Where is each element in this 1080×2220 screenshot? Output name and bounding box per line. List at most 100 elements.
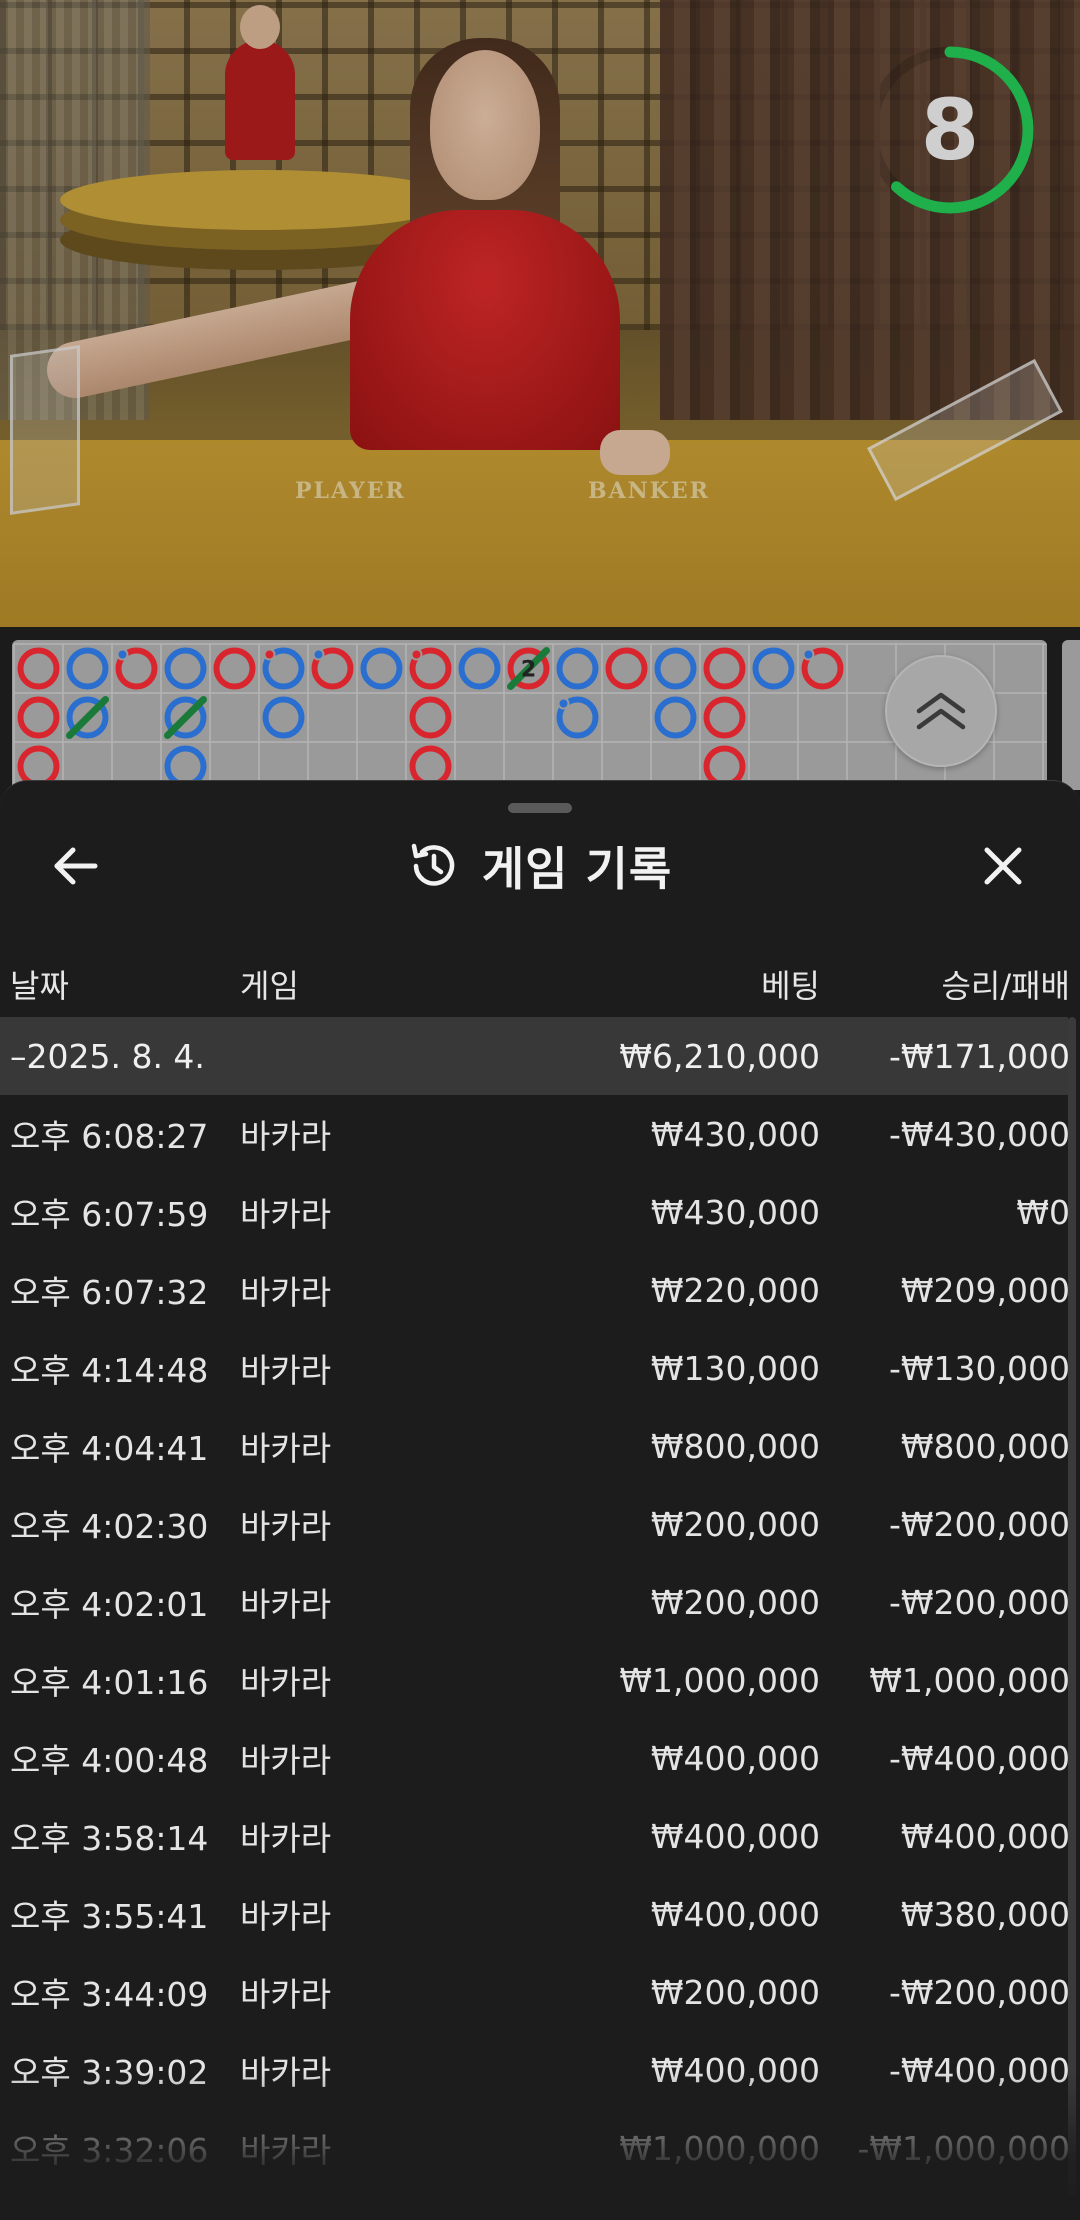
row-time: 오후 3:44:09 xyxy=(10,1975,209,2014)
row-game: 바카라 xyxy=(240,1195,332,1234)
row-game: 바카라 xyxy=(240,1975,332,2014)
row-bet: ₩220,000 xyxy=(650,1270,820,1310)
history-row[interactable]: 오후 4:01:16 바카라 ₩1,000,000 ₩1,000,000 xyxy=(0,1641,1070,1719)
road-bead-banker xyxy=(409,696,452,739)
history-row[interactable]: 오후 6:07:59 바카라 ₩430,000 ₩0 xyxy=(0,1173,1070,1251)
row-result: ₩800,000 xyxy=(900,1426,1070,1466)
row-result: -₩200,000 xyxy=(888,1972,1070,2012)
row-time: 오후 3:39:02 xyxy=(10,2053,209,2092)
road-bead-banker xyxy=(213,647,256,690)
row-game: 바카라 xyxy=(240,1897,332,1936)
road-pair-dot xyxy=(312,648,325,661)
expand-scoreboard-button[interactable] xyxy=(885,655,997,767)
back-button[interactable] xyxy=(40,826,110,906)
history-row[interactable]: 오후 4:02:01 바카라 ₩200,000 -₩200,000 xyxy=(0,1563,1070,1641)
row-result: -₩200,000 xyxy=(888,1582,1070,1622)
game-history-sheet: 게임 기록 날짜 게임 베팅 승리/패배 –2025. 8. 4. ₩6,210… xyxy=(0,780,1080,2220)
scoreboard-next-panel xyxy=(1062,640,1080,790)
row-time: 오후 4:01:16 xyxy=(10,1663,209,1702)
road-bead-banker xyxy=(703,647,746,690)
road-bead-player xyxy=(164,647,207,690)
row-result: ₩380,000 xyxy=(900,1894,1070,1934)
history-list: 오후 6:08:27 바카라 ₩430,000 -₩430,000 오후 6:0… xyxy=(0,1095,1071,2187)
row-result: -₩400,000 xyxy=(888,1738,1070,1778)
row-game: 바카라 xyxy=(240,1429,332,1468)
row-bet: ₩430,000 xyxy=(650,1192,820,1232)
double-chevron-up-icon xyxy=(916,692,966,730)
date-group-summary-row[interactable]: –2025. 8. 4. ₩6,210,000 -₩171,000 xyxy=(0,1017,1070,1095)
road-bead-player xyxy=(654,647,697,690)
row-bet: ₩800,000 xyxy=(650,1426,820,1466)
row-bet: ₩1,000,000 xyxy=(619,1660,820,1700)
road-bead-player xyxy=(752,647,795,690)
row-bet: ₩430,000 xyxy=(650,1114,820,1154)
row-result: -₩1,000,000 xyxy=(857,2128,1071,2168)
history-row[interactable]: 오후 3:55:41 바카라 ₩400,000 ₩380,000 xyxy=(0,1875,1070,1953)
road-bead-player xyxy=(654,696,697,739)
history-row[interactable]: 오후 3:58:14 바카라 ₩400,000 ₩400,000 xyxy=(0,1797,1070,1875)
row-time: 오후 4:14:48 xyxy=(10,1351,209,1390)
road-pair-dot xyxy=(557,697,570,710)
road-bead-player xyxy=(360,647,403,690)
road-bead-banker xyxy=(17,696,60,739)
row-time: 오후 4:04:41 xyxy=(10,1429,209,1468)
row-game: 바카라 xyxy=(240,2053,332,2092)
history-scrollbar[interactable] xyxy=(1068,1017,1076,2197)
row-game: 바카라 xyxy=(240,1819,332,1858)
row-bet: ₩400,000 xyxy=(650,1894,820,1934)
road-bead-player xyxy=(66,647,109,690)
row-time: 오후 4:02:30 xyxy=(10,1507,209,1546)
column-header-game: 게임 xyxy=(240,967,299,1005)
group-total-bet: ₩6,210,000 xyxy=(619,1036,820,1076)
history-row[interactable]: 오후 3:32:06 바카라 ₩1,000,000 -₩1,000,000 xyxy=(0,2109,1071,2187)
history-row[interactable]: 오후 6:08:27 바카라 ₩430,000 -₩430,000 xyxy=(0,1095,1070,1173)
history-row[interactable]: 오후 4:00:48 바카라 ₩400,000 -₩400,000 xyxy=(0,1719,1070,1797)
history-row[interactable]: 오후 3:39:02 바카라 ₩400,000 -₩400,000 xyxy=(0,2031,1070,2109)
road-bead-banker xyxy=(605,647,648,690)
column-header-bet: 베팅 xyxy=(761,967,820,1005)
row-game: 바카라 xyxy=(240,1273,332,1312)
history-row[interactable]: 오후 3:44:09 바카라 ₩200,000 -₩200,000 xyxy=(0,1953,1070,2031)
history-table-header: 날짜 게임 베팅 승리/패배 xyxy=(0,951,1080,1017)
history-row[interactable]: 오후 4:14:48 바카라 ₩130,000 -₩130,000 xyxy=(0,1329,1070,1407)
close-button[interactable] xyxy=(968,826,1038,906)
live-video-stream: PLAYER BANKER 8 xyxy=(0,0,1080,627)
row-game: 바카라 xyxy=(240,2131,332,2170)
row-game: 바카라 xyxy=(240,1663,332,1702)
row-time: 오후 6:08:27 xyxy=(10,1117,209,1156)
history-row[interactable]: 오후 4:02:30 바카라 ₩200,000 -₩200,000 xyxy=(0,1485,1070,1563)
history-row[interactable]: 오후 6:07:32 바카라 ₩220,000 ₩209,000 xyxy=(0,1251,1070,1329)
road-bead-banker xyxy=(703,696,746,739)
row-bet: ₩400,000 xyxy=(650,1816,820,1856)
road-bead-player xyxy=(262,696,305,739)
row-game: 바카라 xyxy=(240,1117,332,1156)
sheet-drag-handle[interactable] xyxy=(508,803,572,813)
sheet-header: 게임 기록 xyxy=(0,826,1080,906)
row-result: ₩400,000 xyxy=(900,1816,1070,1856)
row-game: 바카라 xyxy=(240,1351,332,1390)
road-bead-player xyxy=(556,647,599,690)
group-total-result: -₩171,000 xyxy=(888,1036,1070,1076)
road-tie-count: 2 xyxy=(521,658,536,683)
road-pair-dot xyxy=(410,648,423,661)
row-result: ₩1,000,000 xyxy=(869,1660,1070,1700)
row-game: 바카라 xyxy=(240,1585,332,1624)
row-result: -₩400,000 xyxy=(888,2050,1070,2090)
row-bet: ₩400,000 xyxy=(650,2050,820,2090)
column-header-date: 날짜 xyxy=(10,967,69,1005)
row-time: 오후 6:07:32 xyxy=(10,1273,209,1312)
row-result: -₩430,000 xyxy=(888,1114,1070,1154)
countdown-seconds: 8 xyxy=(920,81,980,179)
history-icon xyxy=(411,843,455,886)
row-time: 오후 6:07:59 xyxy=(10,1195,209,1234)
row-result: -₩200,000 xyxy=(888,1504,1070,1544)
row-bet: ₩400,000 xyxy=(650,1738,820,1778)
row-time: 오후 4:00:48 xyxy=(10,1741,209,1780)
row-time: 오후 3:58:14 xyxy=(10,1819,209,1858)
sheet-title: 게임 기록 xyxy=(481,842,673,896)
history-row[interactable]: 오후 4:04:41 바카라 ₩800,000 ₩800,000 xyxy=(0,1407,1070,1485)
row-bet: ₩200,000 xyxy=(650,1582,820,1622)
row-bet: ₩130,000 xyxy=(650,1348,820,1388)
road-pair-dot xyxy=(263,648,276,661)
group-date: –2025. 8. 4. xyxy=(10,1036,205,1076)
